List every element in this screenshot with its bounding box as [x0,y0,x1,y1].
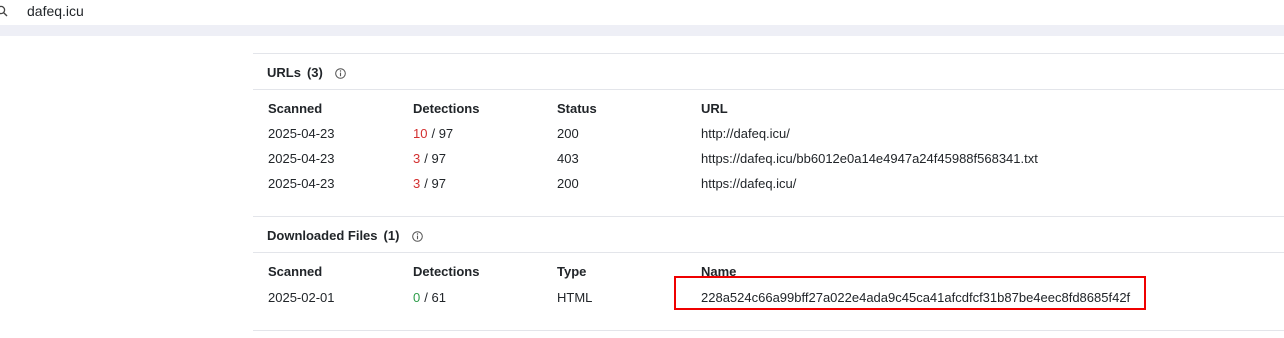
detection-total: / 97 [431,126,454,141]
detection-total: / 97 [424,151,446,166]
file-row-scanned: 2025-02-01 [268,290,335,305]
url-row-status: 200 [557,176,579,191]
detection-count: 0 [413,290,421,305]
section-divider [253,53,1284,54]
url-row-scanned: 2025-04-23 [268,126,335,141]
info-icon[interactable] [412,231,423,242]
col-header-scanned[interactable]: Scanned [268,101,322,116]
file-row-detections[interactable]: 0/ 61 [413,290,446,305]
url-row-link[interactable]: https://dafeq.icu/bb6012e0a14e4947a24f45… [701,151,1038,166]
url-row-detections[interactable]: 3/ 97 [413,176,446,191]
search-bar[interactable]: dafeq.icu [0,0,1284,25]
url-row-scanned: 2025-04-23 [268,151,335,166]
detection-total: / 97 [424,176,446,191]
section-divider [253,330,1284,331]
files-title: Downloaded Files [267,228,378,243]
detection-count: 3 [413,176,421,191]
detection-count: 10 [413,126,428,141]
urls-section-title: URLs (3) [267,65,347,80]
url-row-detections[interactable]: 10/ 97 [413,126,453,141]
url-row-detections[interactable]: 3/ 97 [413,151,446,166]
url-row-status: 200 [557,126,579,141]
section-divider [253,252,1284,253]
section-divider [253,89,1284,90]
url-row-scanned: 2025-04-23 [268,176,335,191]
col-header-scanned[interactable]: Scanned [268,264,322,279]
search-icon [0,5,8,17]
col-header-status[interactable]: Status [557,101,597,116]
col-header-type[interactable]: Type [557,264,586,279]
highlight-box [674,276,1146,310]
header-divider-band [0,25,1284,36]
urls-count: (3) [306,65,323,80]
col-header-detections[interactable]: Detections [413,101,479,116]
info-icon[interactable] [335,68,347,79]
col-header-detections[interactable]: Detections [413,264,479,279]
files-count: (1) [383,228,400,243]
urls-title: URLs [267,65,301,80]
file-row-type: HTML [557,290,593,305]
files-section-title: Downloaded Files (1) [267,228,423,243]
detection-total: / 61 [424,290,446,305]
search-query[interactable]: dafeq.icu [27,3,84,19]
url-row-link[interactable]: https://dafeq.icu/ [701,176,796,191]
url-row-link[interactable]: http://dafeq.icu/ [701,126,790,141]
detection-count: 3 [413,151,421,166]
url-row-status: 403 [557,151,579,166]
col-header-url[interactable]: URL [701,101,728,116]
section-divider [253,216,1284,217]
